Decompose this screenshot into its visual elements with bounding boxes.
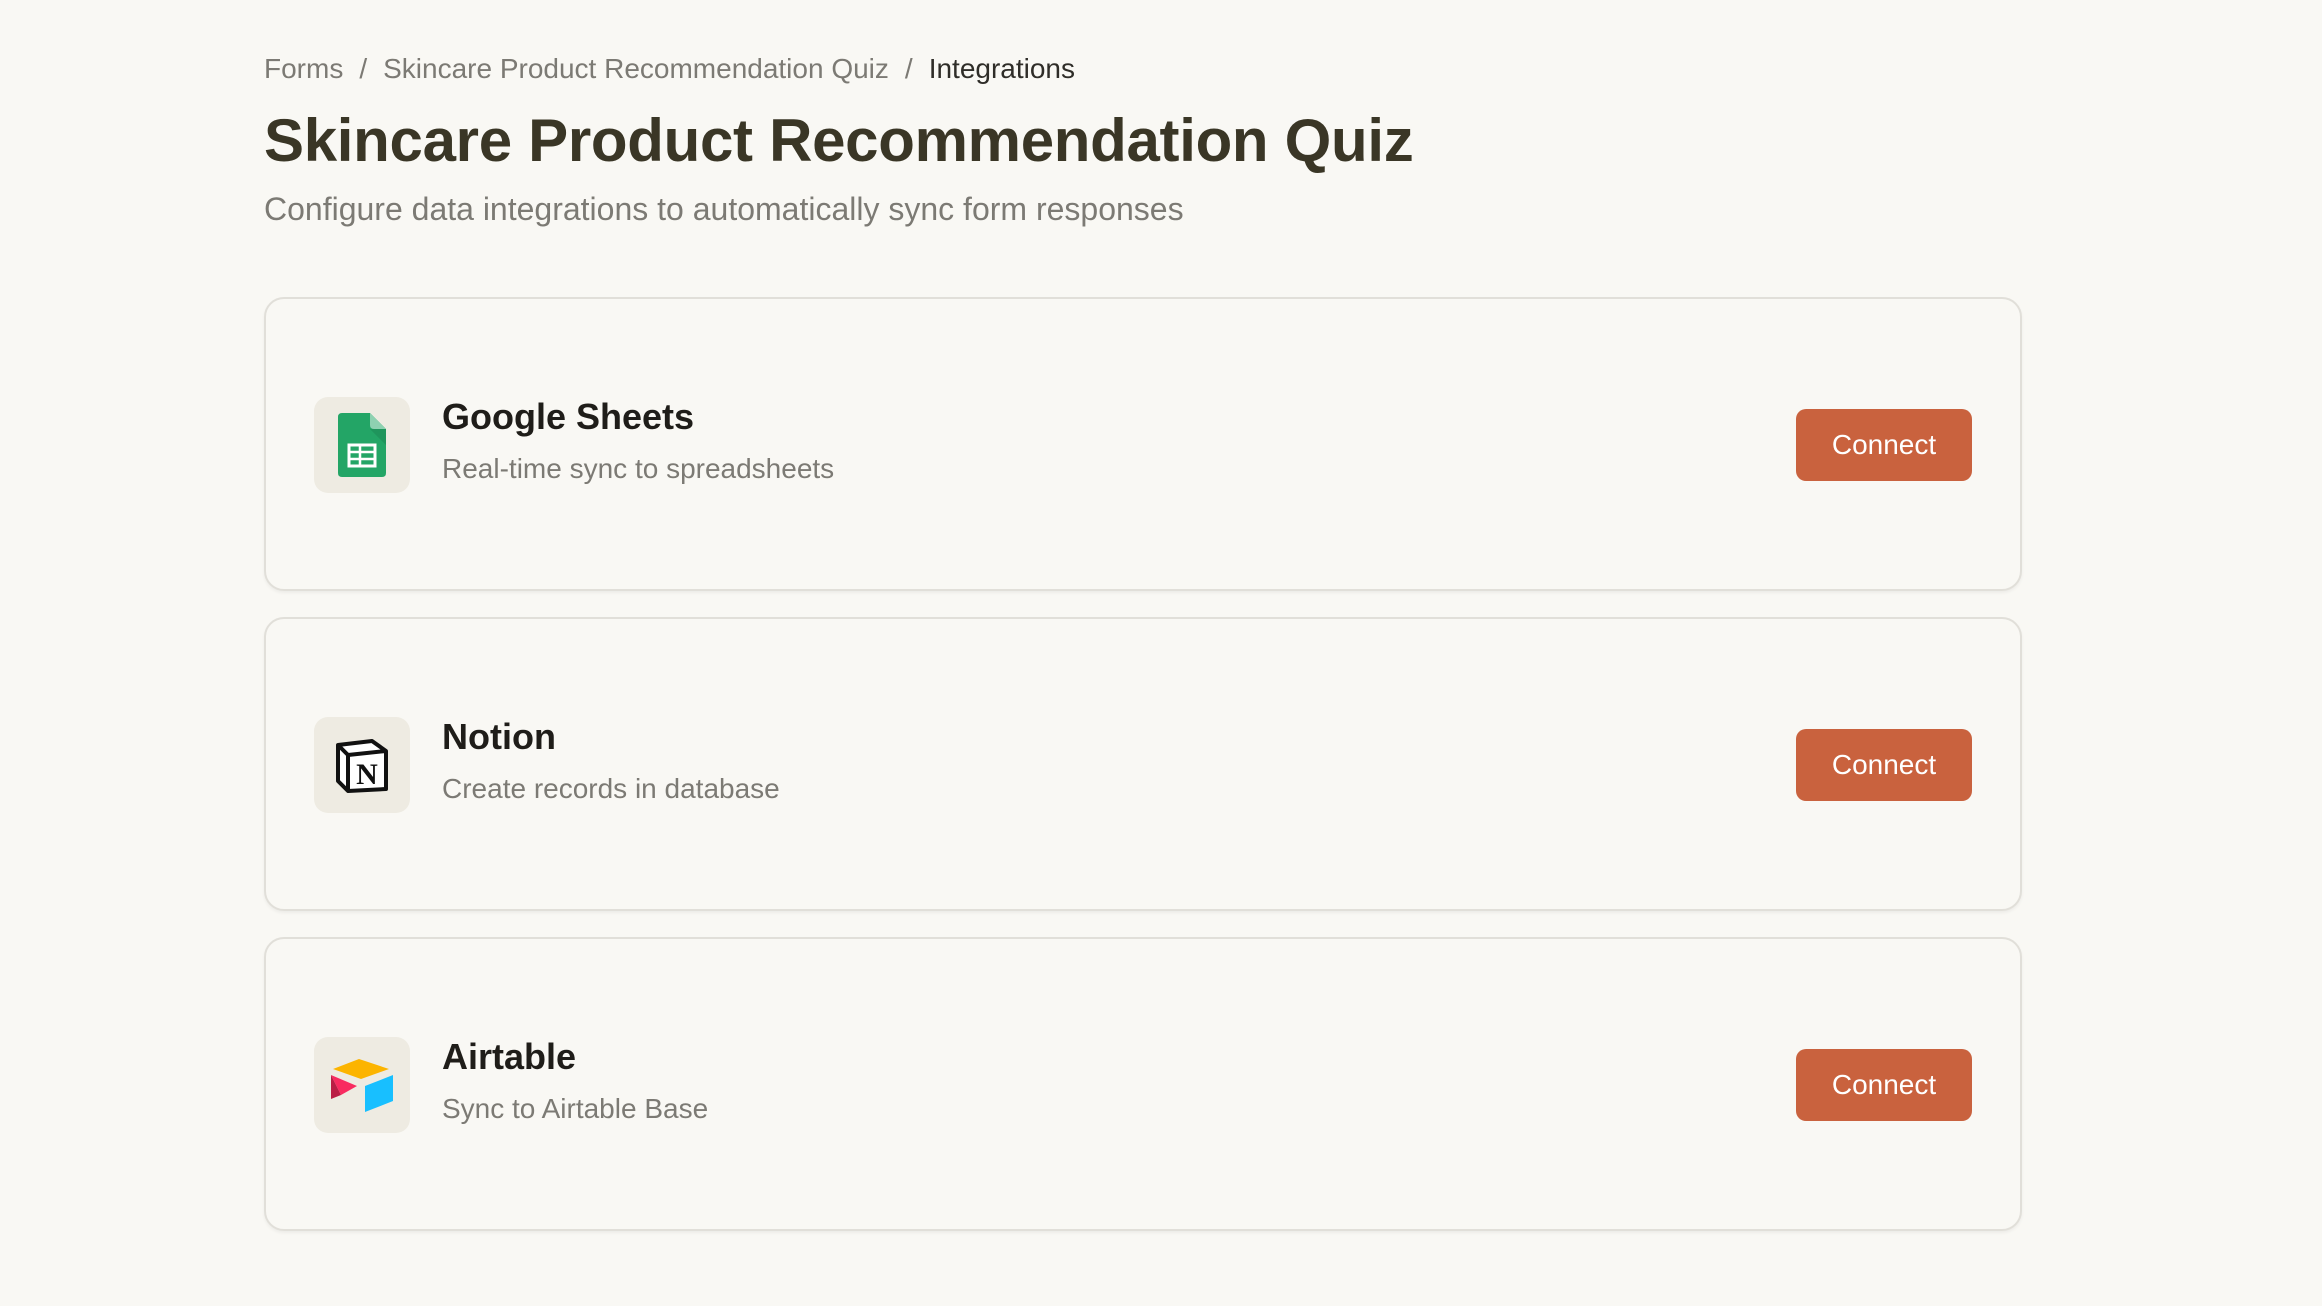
breadcrumb-forms-link[interactable]: Forms [264,50,343,88]
svg-text:N: N [356,758,378,791]
integration-text: Airtable Sync to Airtable Base [442,1035,708,1127]
breadcrumb-separator: / [359,53,368,84]
connect-button-notion[interactable]: Connect [1796,729,1972,801]
breadcrumb: Forms / Skincare Product Recommendation … [264,50,1075,88]
page-subtitle: Configure data integrations to automatic… [264,191,1184,227]
breadcrumb-quiz-link[interactable]: Skincare Product Recommendation Quiz [383,50,889,88]
integration-icon-box [314,1037,410,1133]
connect-button-google-sheets[interactable]: Connect [1796,409,1972,481]
breadcrumb-separator: / [904,53,913,84]
page-title: Skincare Product Recommendation Quiz [264,107,1414,174]
integration-description: Real-time sync to spreadsheets [442,453,835,484]
integration-card-notion: N Notion Create records in database Conn… [264,617,2022,911]
integration-name: Notion [442,716,556,757]
integration-card-airtable: Airtable Sync to Airtable Base Connect [264,937,2022,1231]
integration-text: Notion Create records in database [442,715,780,807]
airtable-icon [331,1059,393,1112]
connect-button-airtable[interactable]: Connect [1796,1049,1972,1121]
integration-icon-box [314,397,410,493]
integration-text: Google Sheets Real-time sync to spreadsh… [442,395,834,487]
integrations-page: Forms / Skincare Product Recommendation … [0,0,2322,1306]
integration-card-google-sheets: Google Sheets Real-time sync to spreadsh… [264,297,2022,591]
integration-icon-box: N [314,717,410,813]
integration-name: Airtable [442,1036,577,1077]
google-sheets-icon [338,413,386,477]
integration-name: Google Sheets [442,396,695,437]
notion-icon: N [336,739,388,793]
breadcrumb-current: Integrations [928,53,1076,84]
integration-description: Create records in database [442,773,780,804]
integration-description: Sync to Airtable Base [442,1093,709,1124]
